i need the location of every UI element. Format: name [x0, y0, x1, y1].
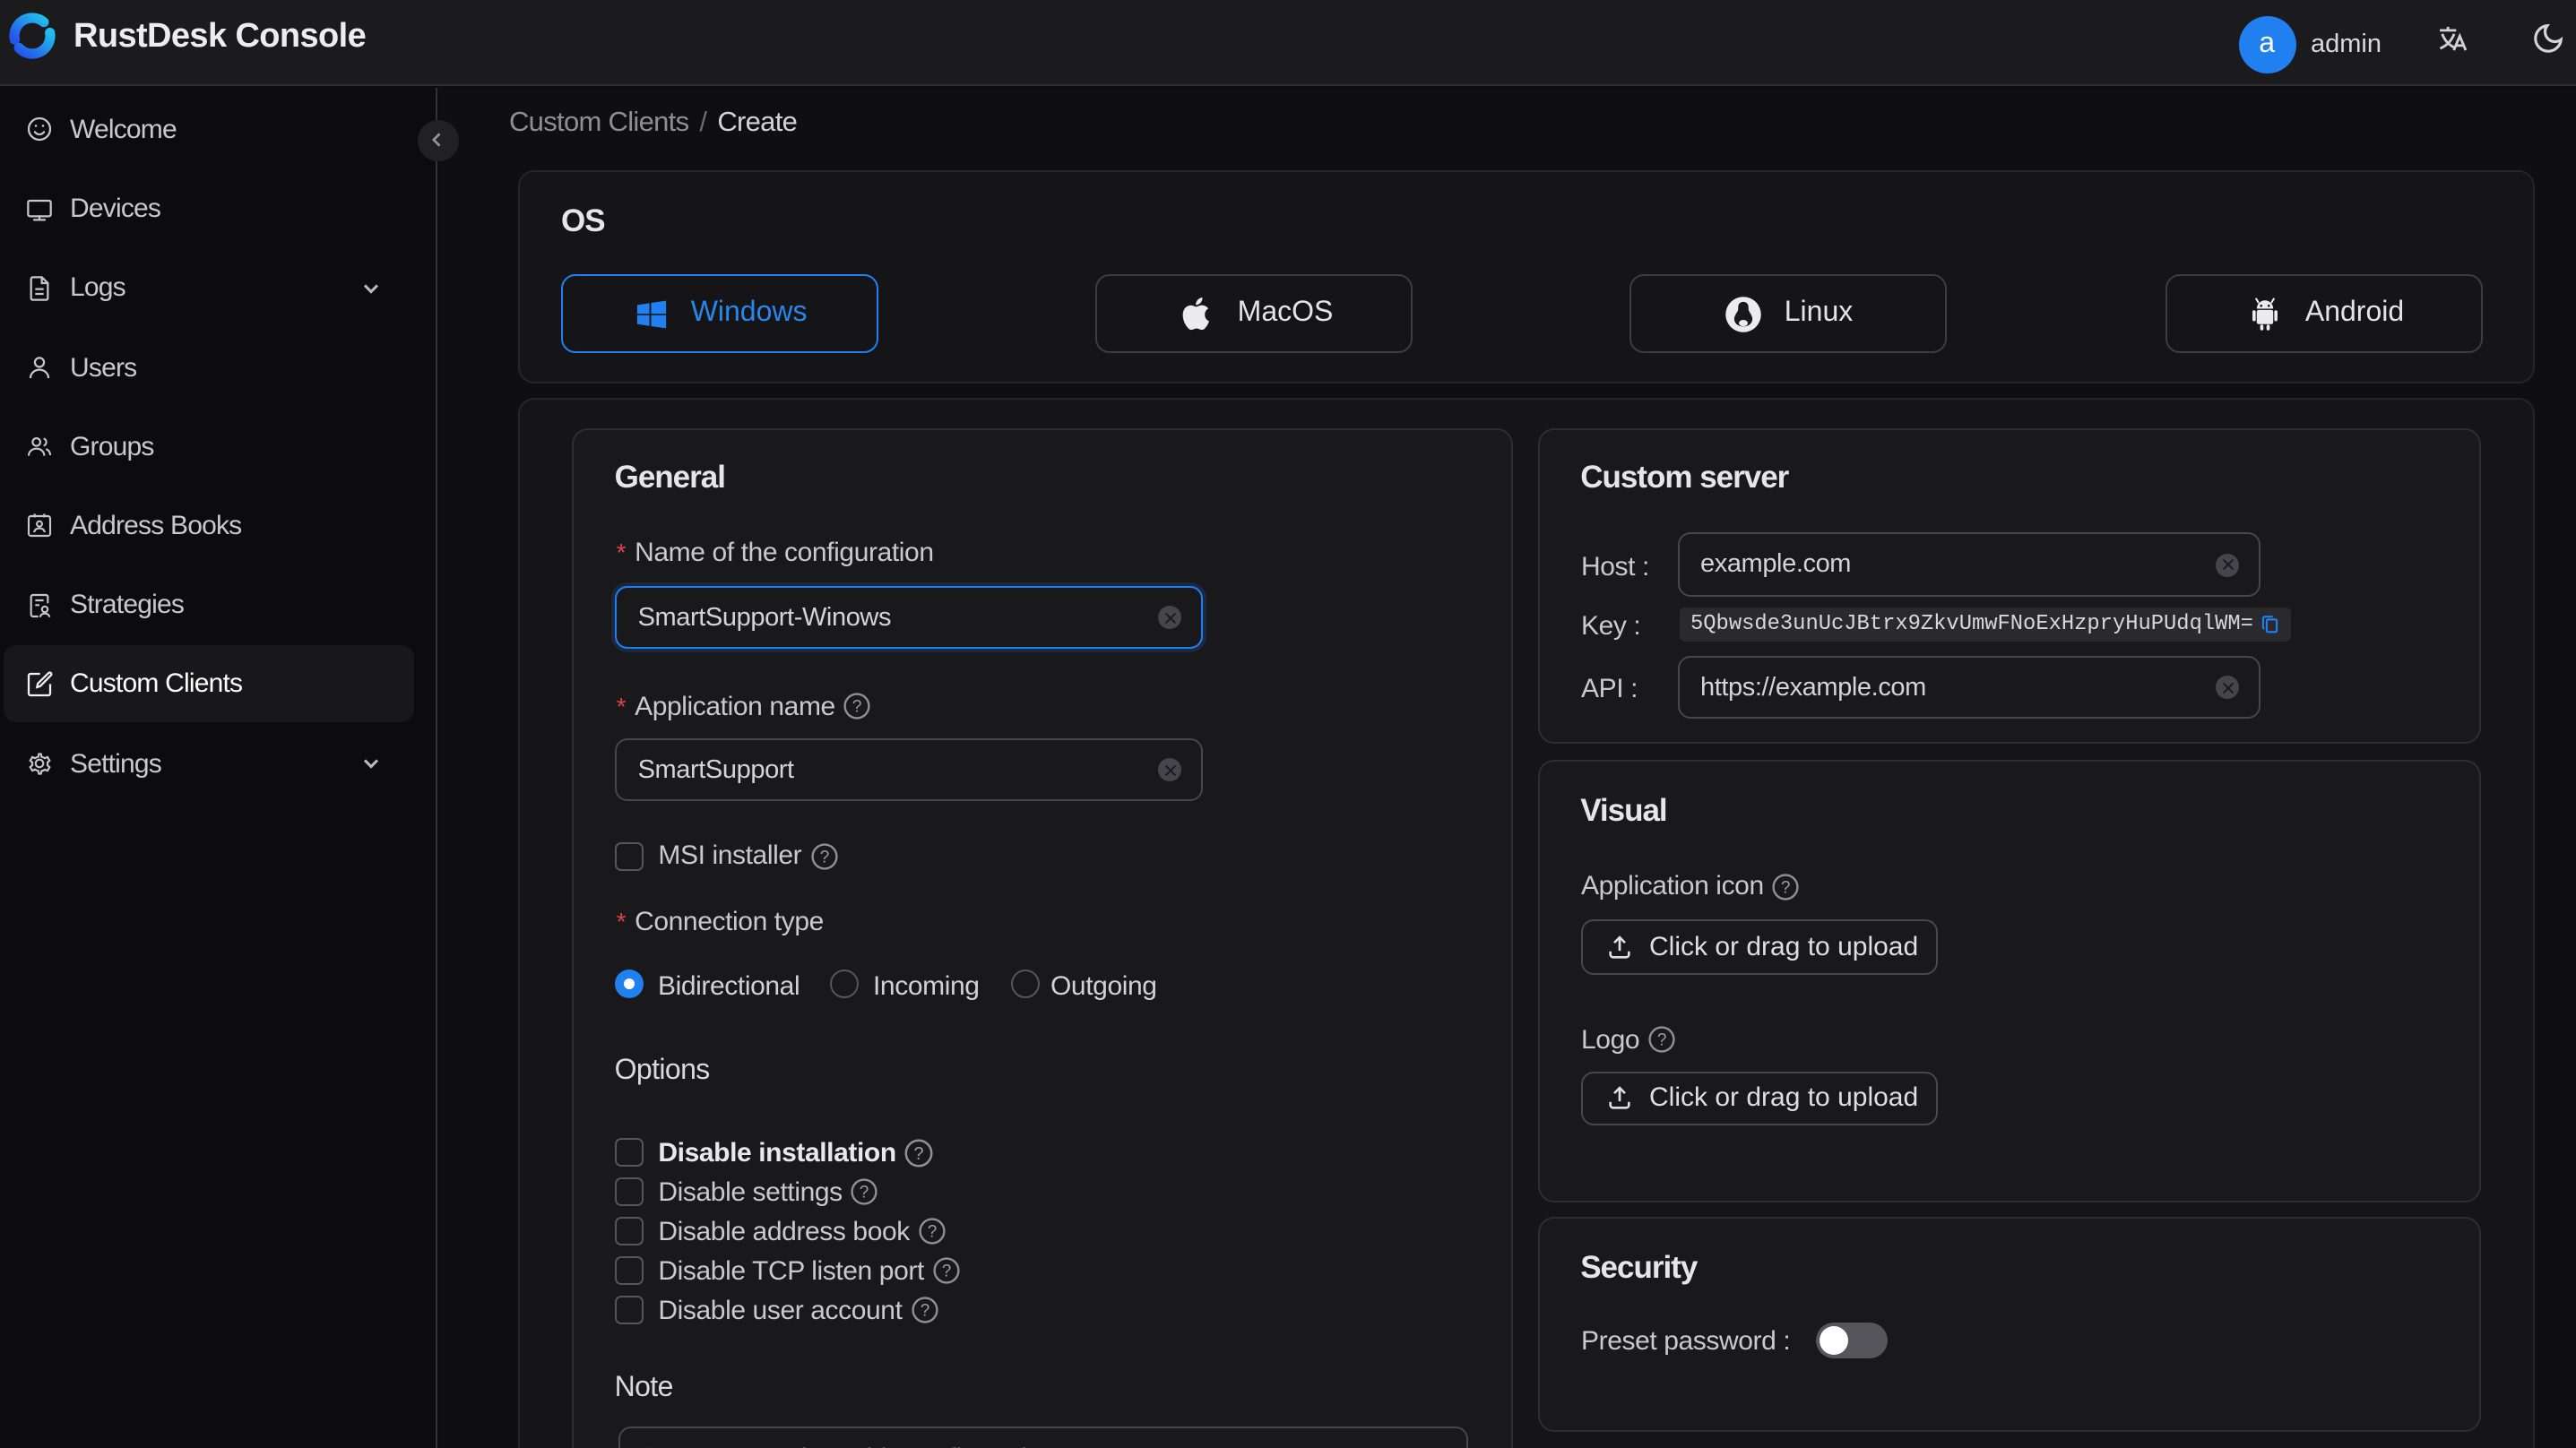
- svg-text:?: ?: [941, 1262, 951, 1280]
- svg-text:?: ?: [860, 1183, 869, 1202]
- svg-text:?: ?: [920, 1301, 929, 1320]
- svg-text:?: ?: [852, 698, 861, 717]
- svg-text:?: ?: [914, 1143, 924, 1163]
- svg-text:?: ?: [1656, 1031, 1665, 1050]
- svg-text:?: ?: [928, 1222, 938, 1241]
- svg-text:?: ?: [1781, 878, 1790, 897]
- svg-text:?: ?: [819, 847, 829, 866]
